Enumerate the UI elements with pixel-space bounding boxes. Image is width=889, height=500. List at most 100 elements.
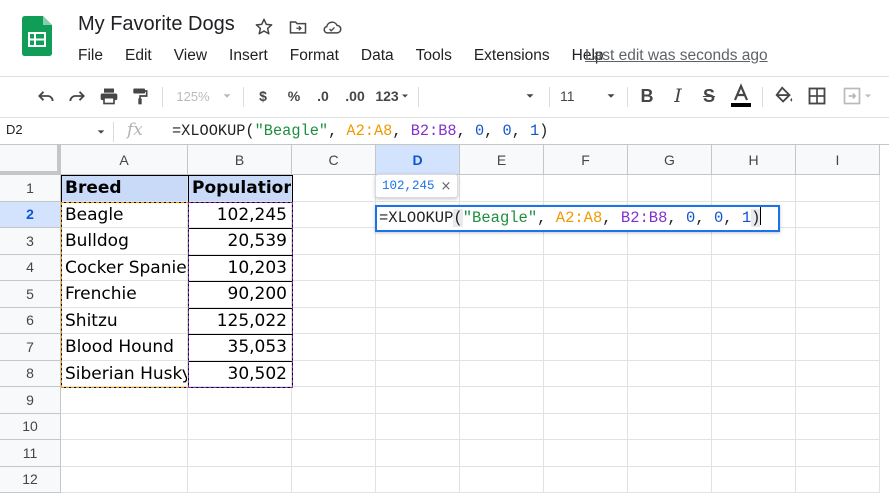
column-header-e[interactable]: E (460, 145, 544, 175)
cell-h5[interactable] (712, 281, 796, 308)
menu-edit[interactable]: Edit (114, 46, 163, 66)
cell-editor[interactable]: =XLOOKUP("Beagle", A2:A8, B2:B8, 0, 0, 1… (375, 205, 780, 232)
menu-insert[interactable]: Insert (218, 46, 279, 66)
cell-f11[interactable] (544, 440, 628, 467)
cell-i6[interactable] (796, 307, 880, 334)
percent-format-button[interactable]: % (284, 77, 304, 115)
move-to-folder-icon[interactable] (286, 15, 310, 39)
row-header-4[interactable]: 4 (0, 254, 61, 281)
cell-g10[interactable] (628, 413, 712, 440)
cell-e7[interactable] (460, 334, 544, 361)
cell-h11[interactable] (712, 440, 796, 467)
bold-button[interactable]: B (637, 77, 657, 115)
row-header-10[interactable]: 10 (0, 413, 61, 440)
undo-icon[interactable] (34, 77, 58, 115)
cell-c5[interactable] (292, 281, 376, 308)
sheets-logo[interactable] (22, 16, 52, 56)
cell-f9[interactable] (544, 387, 628, 414)
column-header-i[interactable]: I (796, 145, 880, 175)
cell-a11[interactable] (61, 440, 188, 467)
cell-f12[interactable] (544, 466, 628, 493)
cell-h12[interactable] (712, 466, 796, 493)
cell-d6[interactable] (376, 307, 460, 334)
cell-a8[interactable]: Siberian Husky (61, 360, 188, 387)
cell-i5[interactable] (796, 281, 880, 308)
cell-h8[interactable] (712, 360, 796, 387)
cell-f1[interactable] (544, 175, 628, 202)
increase-decimal-button[interactable]: .00 (342, 77, 368, 115)
cell-c7[interactable] (292, 334, 376, 361)
cell-i11[interactable] (796, 440, 880, 467)
menu-tools[interactable]: Tools (405, 46, 463, 66)
row-header-2[interactable]: 2 (0, 201, 61, 228)
cell-a3[interactable]: Bulldog (61, 228, 188, 255)
column-header-f[interactable]: F (544, 145, 628, 175)
cell-d12[interactable] (376, 466, 460, 493)
cell-b11[interactable] (188, 440, 292, 467)
cell-c1[interactable] (292, 175, 376, 202)
cell-b9[interactable] (188, 387, 292, 414)
cell-a2[interactable]: Beagle (61, 201, 188, 228)
cell-b4[interactable]: 10,203 (188, 254, 292, 281)
cell-g9[interactable] (628, 387, 712, 414)
decrease-decimal-button[interactable]: .0 (312, 77, 334, 115)
row-header-8[interactable]: 8 (0, 360, 61, 387)
menu-data[interactable]: Data (350, 46, 405, 66)
cell-b2[interactable]: 102,245 (188, 201, 292, 228)
column-header-c[interactable]: C (292, 145, 376, 175)
cell-c3[interactable] (292, 228, 376, 255)
cell-b3[interactable]: 20,539 (188, 228, 292, 255)
text-color-icon[interactable] (729, 77, 753, 115)
cell-a7[interactable]: Blood Hound (61, 334, 188, 361)
cell-g7[interactable] (628, 334, 712, 361)
cell-c2[interactable] (292, 201, 376, 228)
cell-c9[interactable] (292, 387, 376, 414)
cell-c6[interactable] (292, 307, 376, 334)
cell-f4[interactable] (544, 254, 628, 281)
row-header-7[interactable]: 7 (0, 334, 61, 361)
cell-h7[interactable] (712, 334, 796, 361)
cell-b5[interactable]: 90,200 (188, 281, 292, 308)
column-header-a[interactable]: A (61, 145, 188, 175)
cell-g8[interactable] (628, 360, 712, 387)
row-header-3[interactable]: 3 (0, 228, 61, 255)
close-icon[interactable]: × (441, 179, 452, 194)
cell-e9[interactable] (460, 387, 544, 414)
cell-i2[interactable] (796, 201, 880, 228)
cell-a10[interactable] (61, 413, 188, 440)
cell-b8[interactable]: 30,502 (188, 360, 292, 387)
merge-cells-icon[interactable] (838, 77, 878, 115)
currency-format-button[interactable]: $ (253, 77, 273, 115)
cell-b10[interactable] (188, 413, 292, 440)
cell-i9[interactable] (796, 387, 880, 414)
cell-d11[interactable] (376, 440, 460, 467)
cell-h9[interactable] (712, 387, 796, 414)
column-header-g[interactable]: G (628, 145, 712, 175)
cell-d8[interactable] (376, 360, 460, 387)
cell-d9[interactable] (376, 387, 460, 414)
cloud-saved-icon[interactable] (320, 15, 344, 39)
redo-icon[interactable] (65, 77, 89, 115)
cell-f7[interactable] (544, 334, 628, 361)
cell-g4[interactable] (628, 254, 712, 281)
cell-c8[interactable] (292, 360, 376, 387)
star-icon[interactable] (252, 15, 276, 39)
select-all-corner[interactable] (0, 145, 61, 175)
row-header-5[interactable]: 5 (0, 281, 61, 308)
column-header-b[interactable]: B (188, 145, 292, 175)
italic-button[interactable]: I (668, 77, 688, 115)
cell-c4[interactable] (292, 254, 376, 281)
last-edit-link[interactable]: Last edit was seconds ago (585, 46, 768, 66)
cell-i7[interactable] (796, 334, 880, 361)
cell-d7[interactable] (376, 334, 460, 361)
menu-format[interactable]: Format (279, 46, 350, 66)
cell-f8[interactable] (544, 360, 628, 387)
cell-a6[interactable]: Shitzu (61, 307, 188, 334)
name-box[interactable]: D2 (6, 122, 23, 137)
cell-a5[interactable]: Frenchie (61, 281, 188, 308)
cell-c11[interactable] (292, 440, 376, 467)
cell-a4[interactable]: Cocker Spaniel (61, 254, 188, 281)
cell-d5[interactable] (376, 281, 460, 308)
cell-i12[interactable] (796, 466, 880, 493)
cell-g1[interactable] (628, 175, 712, 202)
